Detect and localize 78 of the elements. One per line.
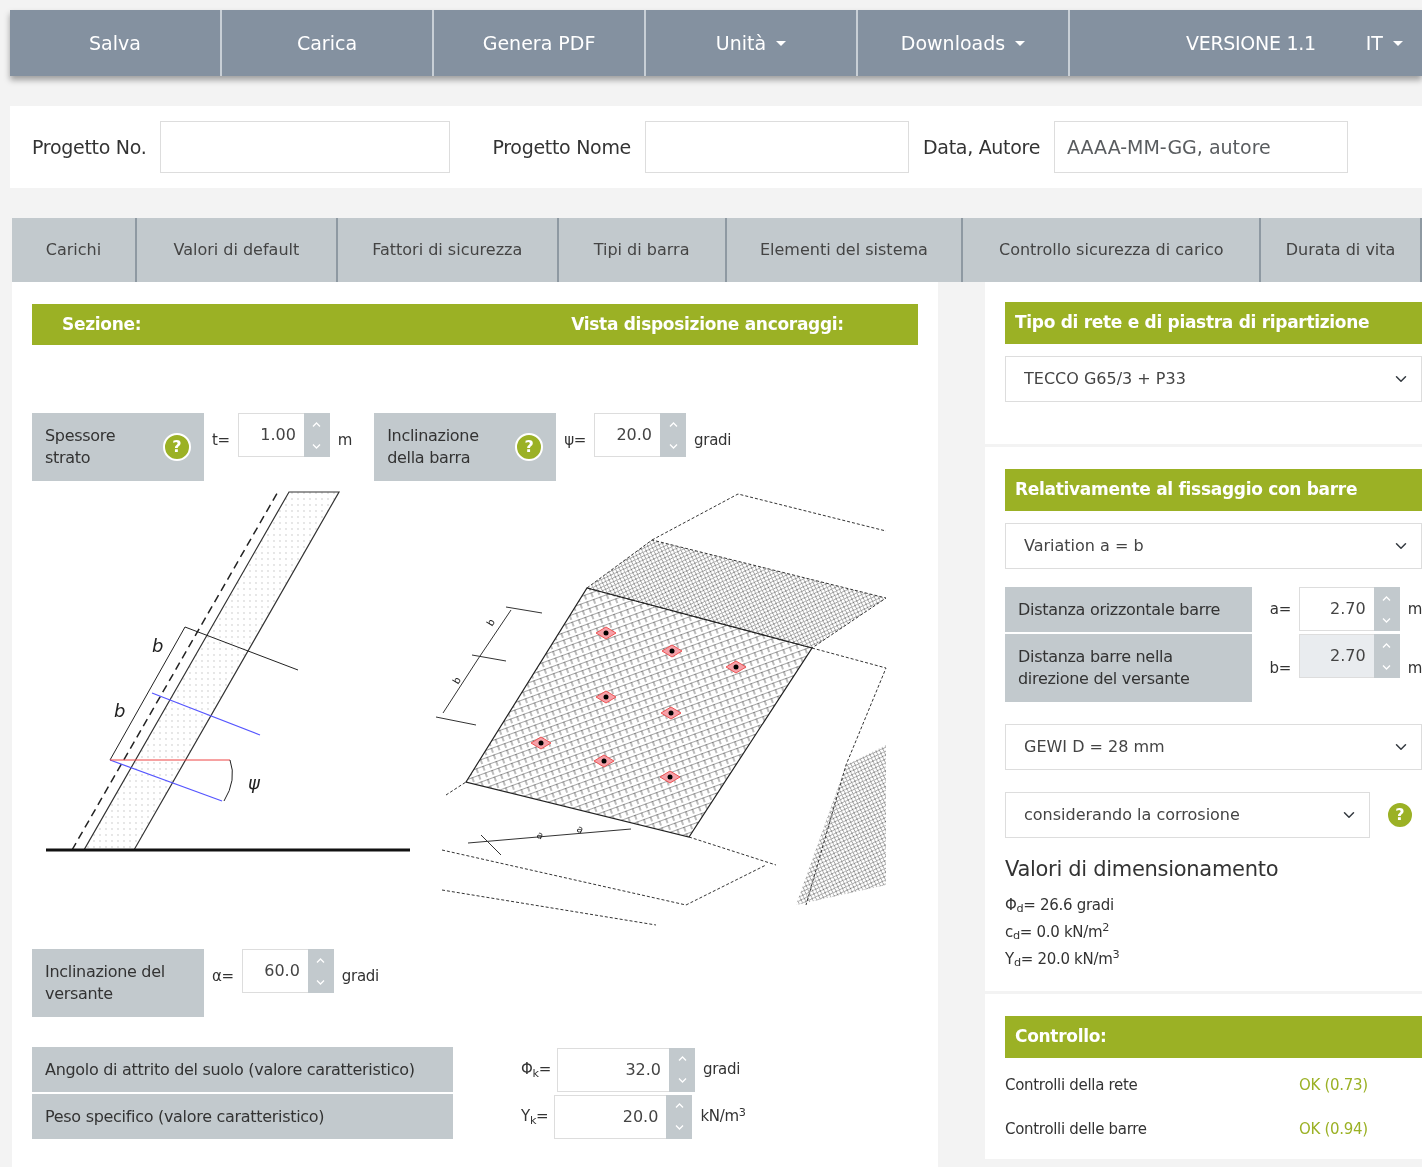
spin-up-icon[interactable] (1382, 595, 1392, 601)
number-field[interactable]: 2.70 (1298, 587, 1374, 631)
unit-label: m (337, 430, 353, 451)
section-title: Valori di dimensionamento (1005, 856, 1280, 883)
spin-up-icon[interactable] (316, 957, 326, 963)
parameter-label: Spessore strato (45, 425, 117, 469)
symbol-label: α= (212, 966, 234, 987)
spin-up-icon[interactable] (312, 421, 322, 427)
number-field[interactable]: 1.00 (237, 413, 304, 457)
symbol-label: Y$_{k}$= (521, 1106, 549, 1128)
spin-down-icon[interactable] (312, 443, 322, 449)
toolbar-button[interactable]: Carica (222, 10, 434, 76)
check-label: Controlli delle barre (1005, 1119, 1148, 1140)
field-label: Data, Autore (923, 134, 1041, 160)
symbol-label: b= (1269, 657, 1291, 679)
spin-down-icon[interactable] (1382, 664, 1392, 670)
parameter-label: Inclinazione del versante (45, 961, 166, 1005)
unit-label: kN/m$^{3}$ (700, 1105, 746, 1128)
spin-down-icon[interactable] (316, 979, 326, 985)
dimension-label: b (152, 635, 164, 656)
dimension-label: ψ (248, 772, 260, 793)
check-result: OK (0.94) (1299, 1119, 1368, 1140)
dropdown-button[interactable]: Unità (646, 10, 858, 76)
dropdown-button[interactable]: Downloads (858, 10, 1070, 76)
design-value: Φ$_{d}$= 26.6 gradi (1005, 894, 1115, 918)
parameter-label: Angolo di attrito del suolo (valore caratteristico) (45, 1058, 415, 1081)
language-dropdown[interactable]: IT (1365, 10, 1403, 76)
header-title: Sezione: (62, 312, 142, 336)
unit-label: gradi (703, 1059, 741, 1081)
check-label: Controlli della rete (1005, 1074, 1139, 1096)
symbol-label: t= (212, 430, 230, 451)
dimension-label: a (575, 822, 586, 836)
unit-label: gradi (694, 430, 732, 451)
spin-up-icon[interactable] (1382, 642, 1392, 648)
select-dropdown[interactable]: TECCO G65/3 + P33 (1005, 356, 1422, 402)
design-value: c$_{d}$= 0.0 kN/m$^{2}$ (1005, 919, 1111, 945)
symbol-label: a= (1269, 599, 1291, 621)
number-field[interactable]: 20.0 (554, 1094, 667, 1139)
toolbar-button[interactable]: Salva (10, 10, 222, 76)
parameter-label: Distanza orizzontale barre (1018, 598, 1221, 621)
spin-up-icon[interactable] (668, 421, 678, 427)
parameter-label: Inclinazione della barra (387, 425, 480, 469)
dimension-label: b (484, 617, 497, 629)
number-field[interactable]: 32.0 (557, 1047, 669, 1092)
select-dropdown[interactable]: considerando la corrosione (1005, 792, 1370, 838)
section-header: Relativamente al fissaggio con barre (1005, 469, 1422, 511)
toolbar-button[interactable]: Genera PDF (434, 10, 646, 76)
version-label: VERSIONE 1.1 (1186, 30, 1316, 56)
spin-down-icon[interactable] (668, 443, 678, 449)
input-field[interactable] (645, 121, 909, 173)
spin-down-icon[interactable] (674, 1125, 684, 1130)
dimension-label: b (450, 675, 463, 687)
spin-up-icon[interactable] (674, 1103, 684, 1108)
spin-down-icon[interactable] (677, 1078, 687, 1083)
header-title: Vista disposizione ancoraggi: (571, 312, 844, 336)
input-field[interactable] (160, 121, 451, 173)
design-value: Y$_{d}$= 20.0 kN/m$^{3}$ (1005, 946, 1121, 972)
section-header: Controllo: (1005, 1015, 1422, 1058)
field-label: Progetto No. (32, 134, 147, 160)
number-field[interactable]: 60.0 (241, 949, 308, 993)
parameter-label: Peso specifico (valore caratteristico) (45, 1105, 325, 1128)
section-header: Tipo di rete e di piastra di ripartizione (1005, 302, 1422, 344)
parameter-label: Distanza barre nella direzione del versante (1018, 646, 1191, 690)
unit-label: m (1407, 599, 1422, 621)
check-result: OK (0.73) (1299, 1074, 1368, 1096)
select-dropdown[interactable]: Variation a = b (1005, 523, 1422, 569)
number-field[interactable]: 20.0 (594, 413, 661, 457)
spin-down-icon[interactable] (1382, 617, 1392, 623)
unit-label: gradi (341, 966, 379, 987)
field-label: Progetto Nome (492, 134, 631, 160)
symbol-label: Φ$_{k}$= (521, 1059, 551, 1081)
unit-label: m (1407, 657, 1422, 679)
input-field[interactable]: AAAA-MM-GG, autore (1054, 121, 1349, 173)
select-dropdown[interactable]: GEWI D = 28 mm (1005, 724, 1422, 770)
spin-up-icon[interactable] (677, 1056, 687, 1061)
dimension-label: a (535, 828, 546, 842)
dimension-label: b (114, 700, 126, 721)
symbol-label: ψ= (564, 430, 587, 451)
